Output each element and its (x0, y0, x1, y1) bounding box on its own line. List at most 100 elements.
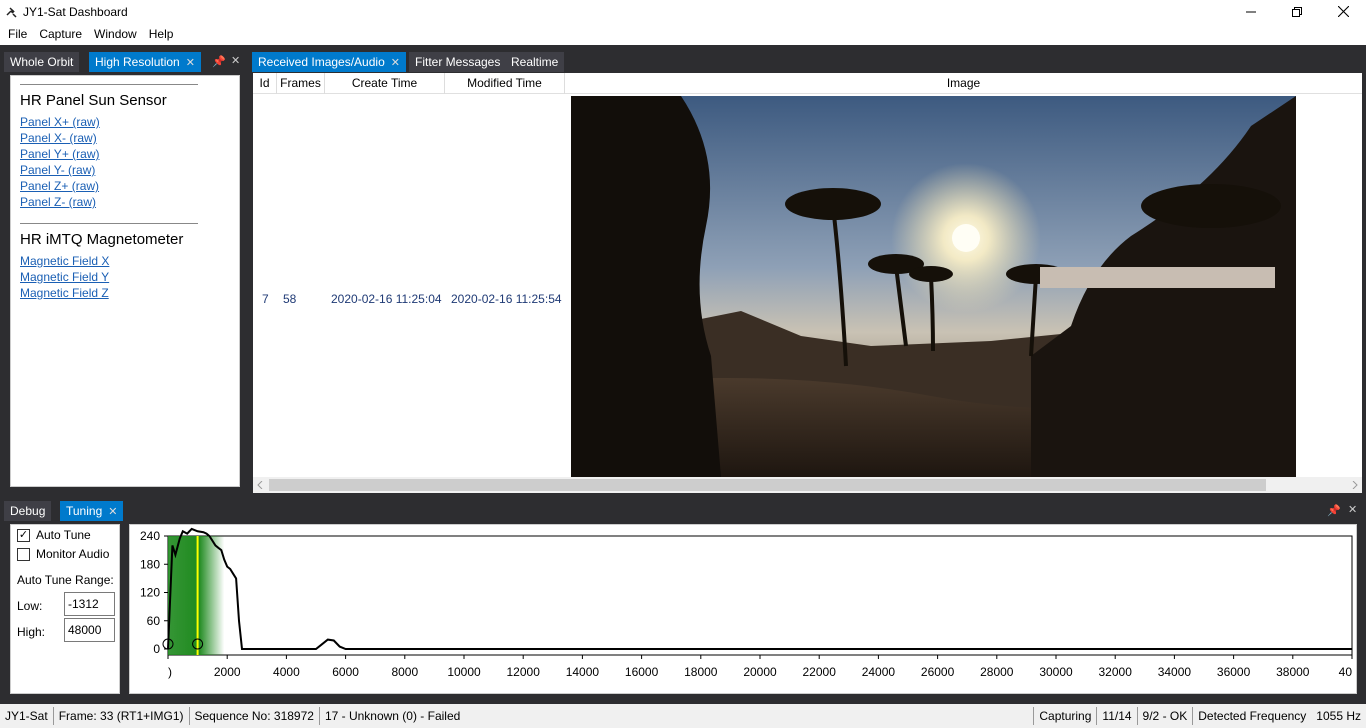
link-panel-z-plus[interactable]: Panel Z+ (raw) (20, 179, 99, 193)
cell-create-time: 2020-02-16 11:25:04 (331, 292, 442, 306)
low-label: Low: (17, 599, 43, 613)
close-window-button[interactable] (1320, 0, 1366, 23)
scroll-right-icon[interactable] (1352, 481, 1358, 489)
auto-tune-checkbox[interactable]: ✓ Auto Tune (17, 528, 91, 542)
section-title-magnetometer: HR iMTQ Magnetometer (20, 231, 184, 248)
x-tick-label: 32000 (1099, 665, 1133, 679)
status-frame: Frame: 33 (RT1+IMG1) (54, 707, 190, 725)
sensor-list-panel: HR Panel Sun Sensor Panel X+ (raw) Panel… (10, 75, 240, 487)
x-tick-label: ) (168, 665, 172, 679)
link-panel-x-plus[interactable]: Panel X+ (raw) (20, 115, 100, 129)
horizontal-scrollbar[interactable] (253, 477, 1362, 493)
menu-window[interactable]: Window (88, 27, 143, 41)
x-tick-label: 14000 (566, 665, 600, 679)
tab-realtime[interactable]: Realtime (505, 52, 565, 72)
close-pane-icon[interactable]: ✕ (231, 54, 240, 67)
x-tick-label: 8000 (391, 665, 418, 679)
tab-debug[interactable]: Debug (4, 501, 52, 521)
spectrum-chart-panel: 0 60 120 180 240) 2000 4000 6000 8000 10000 12000 1… (129, 524, 1357, 694)
link-panel-y-minus[interactable]: Panel Y- (raw) (20, 163, 95, 177)
link-panel-x-minus[interactable]: Panel X- (raw) (20, 131, 97, 145)
status-capturing: Capturing (1033, 707, 1096, 725)
x-tick-label: 34000 (1158, 665, 1192, 679)
tab-fitter-messages[interactable]: Fitter Messages (409, 52, 507, 72)
auto-tune-range-label: Auto Tune Range: (17, 573, 114, 587)
tab-realtime-label: Realtime (511, 55, 559, 69)
status-count: 11/14 (1096, 707, 1136, 725)
column-header-frames[interactable]: Frames (277, 73, 325, 94)
tab-received-label: Received Images/Audio (258, 55, 385, 69)
scroll-left-icon[interactable] (257, 481, 263, 489)
close-tab-icon[interactable]: ✕ (108, 506, 117, 518)
link-panel-z-minus[interactable]: Panel Z- (raw) (20, 195, 96, 209)
close-pane-icon[interactable]: ✕ (1348, 503, 1357, 516)
x-tick-label: 10000 (447, 665, 481, 679)
scrollbar-thumb[interactable] (269, 479, 1266, 491)
status-sequence: Sequence No: 318972 (190, 707, 320, 725)
x-tick-label: 36000 (1217, 665, 1251, 679)
minimize-icon (1246, 11, 1256, 12)
close-tab-icon[interactable]: ✕ (186, 57, 195, 69)
link-panel-y-plus[interactable]: Panel Y+ (raw) (20, 147, 99, 161)
cell-id: 7 (262, 292, 269, 306)
link-magnetic-field-y[interactable]: Magnetic Field Y (20, 270, 109, 284)
link-magnetic-field-z[interactable]: Magnetic Field Z (20, 286, 109, 300)
column-header-modified-time[interactable]: Modified Time (445, 73, 565, 94)
pin-icon[interactable]: 📌 (212, 55, 226, 68)
y-tick-label: 240 (140, 529, 160, 543)
x-tick-label: 22000 (803, 665, 837, 679)
minimize-button[interactable] (1228, 0, 1274, 23)
menu-help[interactable]: Help (143, 27, 180, 41)
divider (20, 84, 198, 85)
tab-tuning[interactable]: Tuning ✕ (60, 501, 124, 521)
column-header-image[interactable]: Image (565, 73, 1362, 94)
restore-icon (1292, 6, 1302, 17)
title-bar: JY1-Sat Dashboard (0, 0, 1366, 23)
cell-frames: 58 (283, 292, 297, 306)
satellite-icon (4, 4, 20, 20)
status-frequency: 1055 Hz (1316, 709, 1361, 723)
high-label: High: (17, 625, 46, 639)
x-tick-label: 6000 (332, 665, 359, 679)
window-title: JY1-Sat Dashboard (23, 4, 128, 19)
menu-file[interactable]: File (2, 27, 33, 41)
status-message: 17 - Unknown (0) - Failed (324, 709, 461, 723)
status-ok: 9/2 - OK (1136, 707, 1193, 725)
link-magnetic-field-x[interactable]: Magnetic Field X (20, 254, 109, 268)
high-input[interactable] (64, 618, 115, 642)
x-tick-label: 30000 (1039, 665, 1073, 679)
status-satellite: JY1-Sat (0, 707, 54, 725)
x-tick-label: 28000 (980, 665, 1014, 679)
divider (20, 223, 198, 224)
checkbox-checked-icon[interactable]: ✓ (17, 528, 30, 542)
column-header-create-time[interactable]: Create Time (325, 73, 445, 94)
tab-received-images-audio[interactable]: Received Images/Audio ✕ (252, 52, 406, 72)
tab-high-resolution[interactable]: High Resolution ✕ (89, 52, 201, 72)
x-tick-label: 16000 (625, 665, 659, 679)
status-bar: JY1-Sat Frame: 33 (RT1+IMG1) Sequence No… (0, 704, 1366, 728)
tab-fitter-label: Fitter Messages (415, 55, 501, 69)
menu-bar: File Capture Window Help (0, 23, 1366, 45)
close-tab-icon[interactable]: ✕ (391, 57, 400, 69)
spectrum-chart[interactable]: 0 60 120 180 240) 2000 4000 6000 8000 10000 12000 1… (130, 525, 1356, 693)
low-input[interactable] (64, 592, 115, 616)
x-tick-label: 38000 (1276, 665, 1310, 679)
section-title-sun-sensor: HR Panel Sun Sensor (20, 92, 167, 109)
tab-high-resolution-label: High Resolution (95, 55, 180, 69)
monitor-audio-label: Monitor Audio (36, 547, 110, 561)
column-header-id[interactable]: Id (253, 73, 277, 94)
pin-icon[interactable]: 📌 (1327, 504, 1341, 517)
monitor-audio-checkbox[interactable]: Monitor Audio (17, 547, 109, 561)
checkbox-unchecked-icon[interactable] (17, 547, 30, 561)
received-image (571, 96, 1296, 477)
tab-whole-orbit[interactable]: Whole Orbit (4, 52, 80, 72)
x-tick-label: 4000 (273, 665, 300, 679)
x-tick-label: 24000 (862, 665, 896, 679)
menu-capture[interactable]: Capture (33, 27, 88, 41)
y-tick-label: 0 (153, 642, 160, 656)
x-tick-label: 20000 (743, 665, 777, 679)
plot-area (167, 535, 1353, 656)
y-tick-label: 60 (147, 614, 161, 628)
restore-button[interactable] (1274, 0, 1320, 23)
x-tick-label: 18000 (684, 665, 718, 679)
